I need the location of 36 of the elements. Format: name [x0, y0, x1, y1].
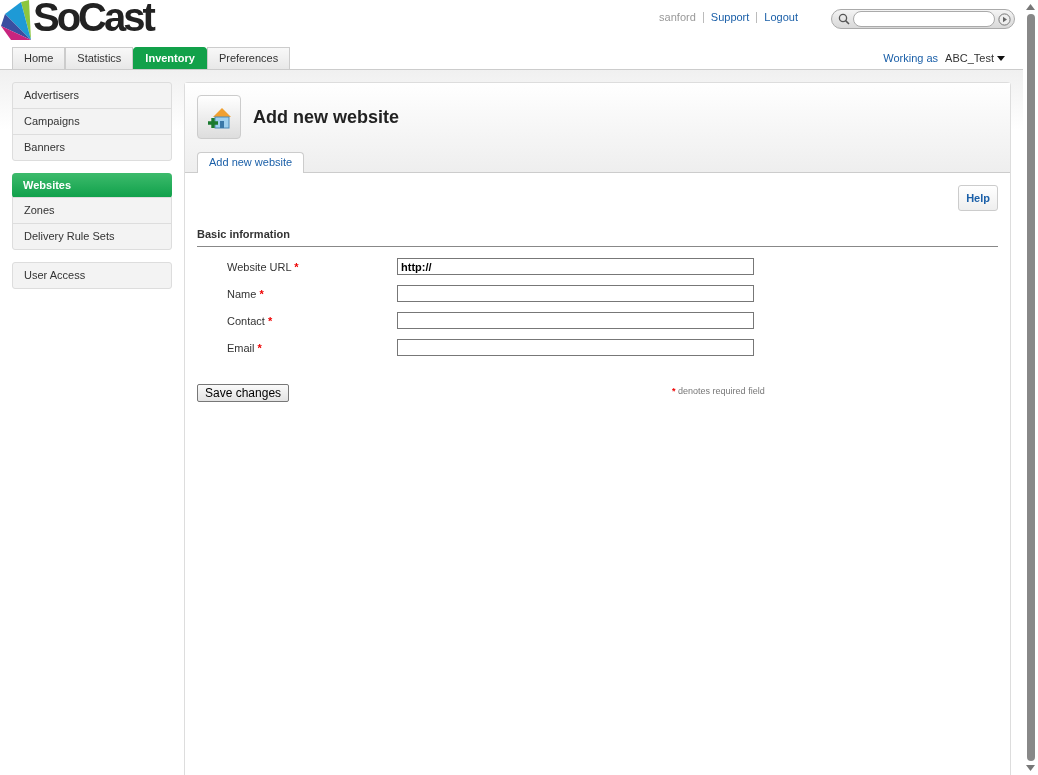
caret-icon — [997, 55, 1005, 61]
search-icon — [838, 13, 850, 25]
field-label: Email * — [227, 341, 263, 354]
page-tab[interactable]: Add new website — [197, 152, 305, 173]
field-label: Contact * — [227, 314, 274, 327]
account-dropdown[interactable]: ABC_Test — [945, 52, 1005, 64]
input-field[interactable] — [397, 285, 754, 302]
required-note: * denotes required field — [672, 386, 765, 396]
add-house-icon — [197, 95, 241, 139]
section-heading: Basic information — [197, 228, 998, 247]
sidebar-item[interactable]: Zones — [13, 197, 171, 223]
page-title: Add new website — [253, 106, 400, 128]
nav-tab[interactable]: Statistics — [65, 47, 134, 69]
help-button[interactable]: Help — [958, 185, 998, 211]
sidebar-item[interactable]: Campaigns — [13, 108, 171, 134]
field-label: Website URL * — [227, 260, 300, 273]
username: sanford — [659, 11, 696, 23]
scroll-up-arrow-icon[interactable] — [1026, 4, 1035, 10]
input-field[interactable] — [397, 312, 754, 329]
go-icon[interactable] — [998, 12, 1011, 26]
header-link[interactable]: Support — [710, 11, 750, 23]
sidebar-item[interactable]: Delivery Rule Sets — [13, 223, 171, 249]
search-field[interactable] — [831, 9, 1015, 29]
field-label: Name * — [227, 287, 265, 300]
nav-tab[interactable]: Preferences — [206, 47, 291, 69]
sidebar-item[interactable]: Advertisers — [13, 83, 171, 108]
scroll-down-arrow-icon[interactable] — [1026, 765, 1035, 771]
sidebar-item[interactable]: Banners — [13, 134, 171, 160]
working-as-label: Working as — [883, 52, 939, 64]
header-link[interactable]: Logout — [764, 11, 798, 23]
nav-tab[interactable]: Home — [12, 47, 66, 69]
save-button[interactable]: Save changes — [197, 384, 290, 402]
input-field[interactable] — [397, 339, 754, 356]
logo-wordmark: SoCast — [33, 0, 153, 36]
sidebar-item[interactable]: User Access — [13, 263, 171, 288]
input-field[interactable]: http:// — [397, 258, 754, 275]
